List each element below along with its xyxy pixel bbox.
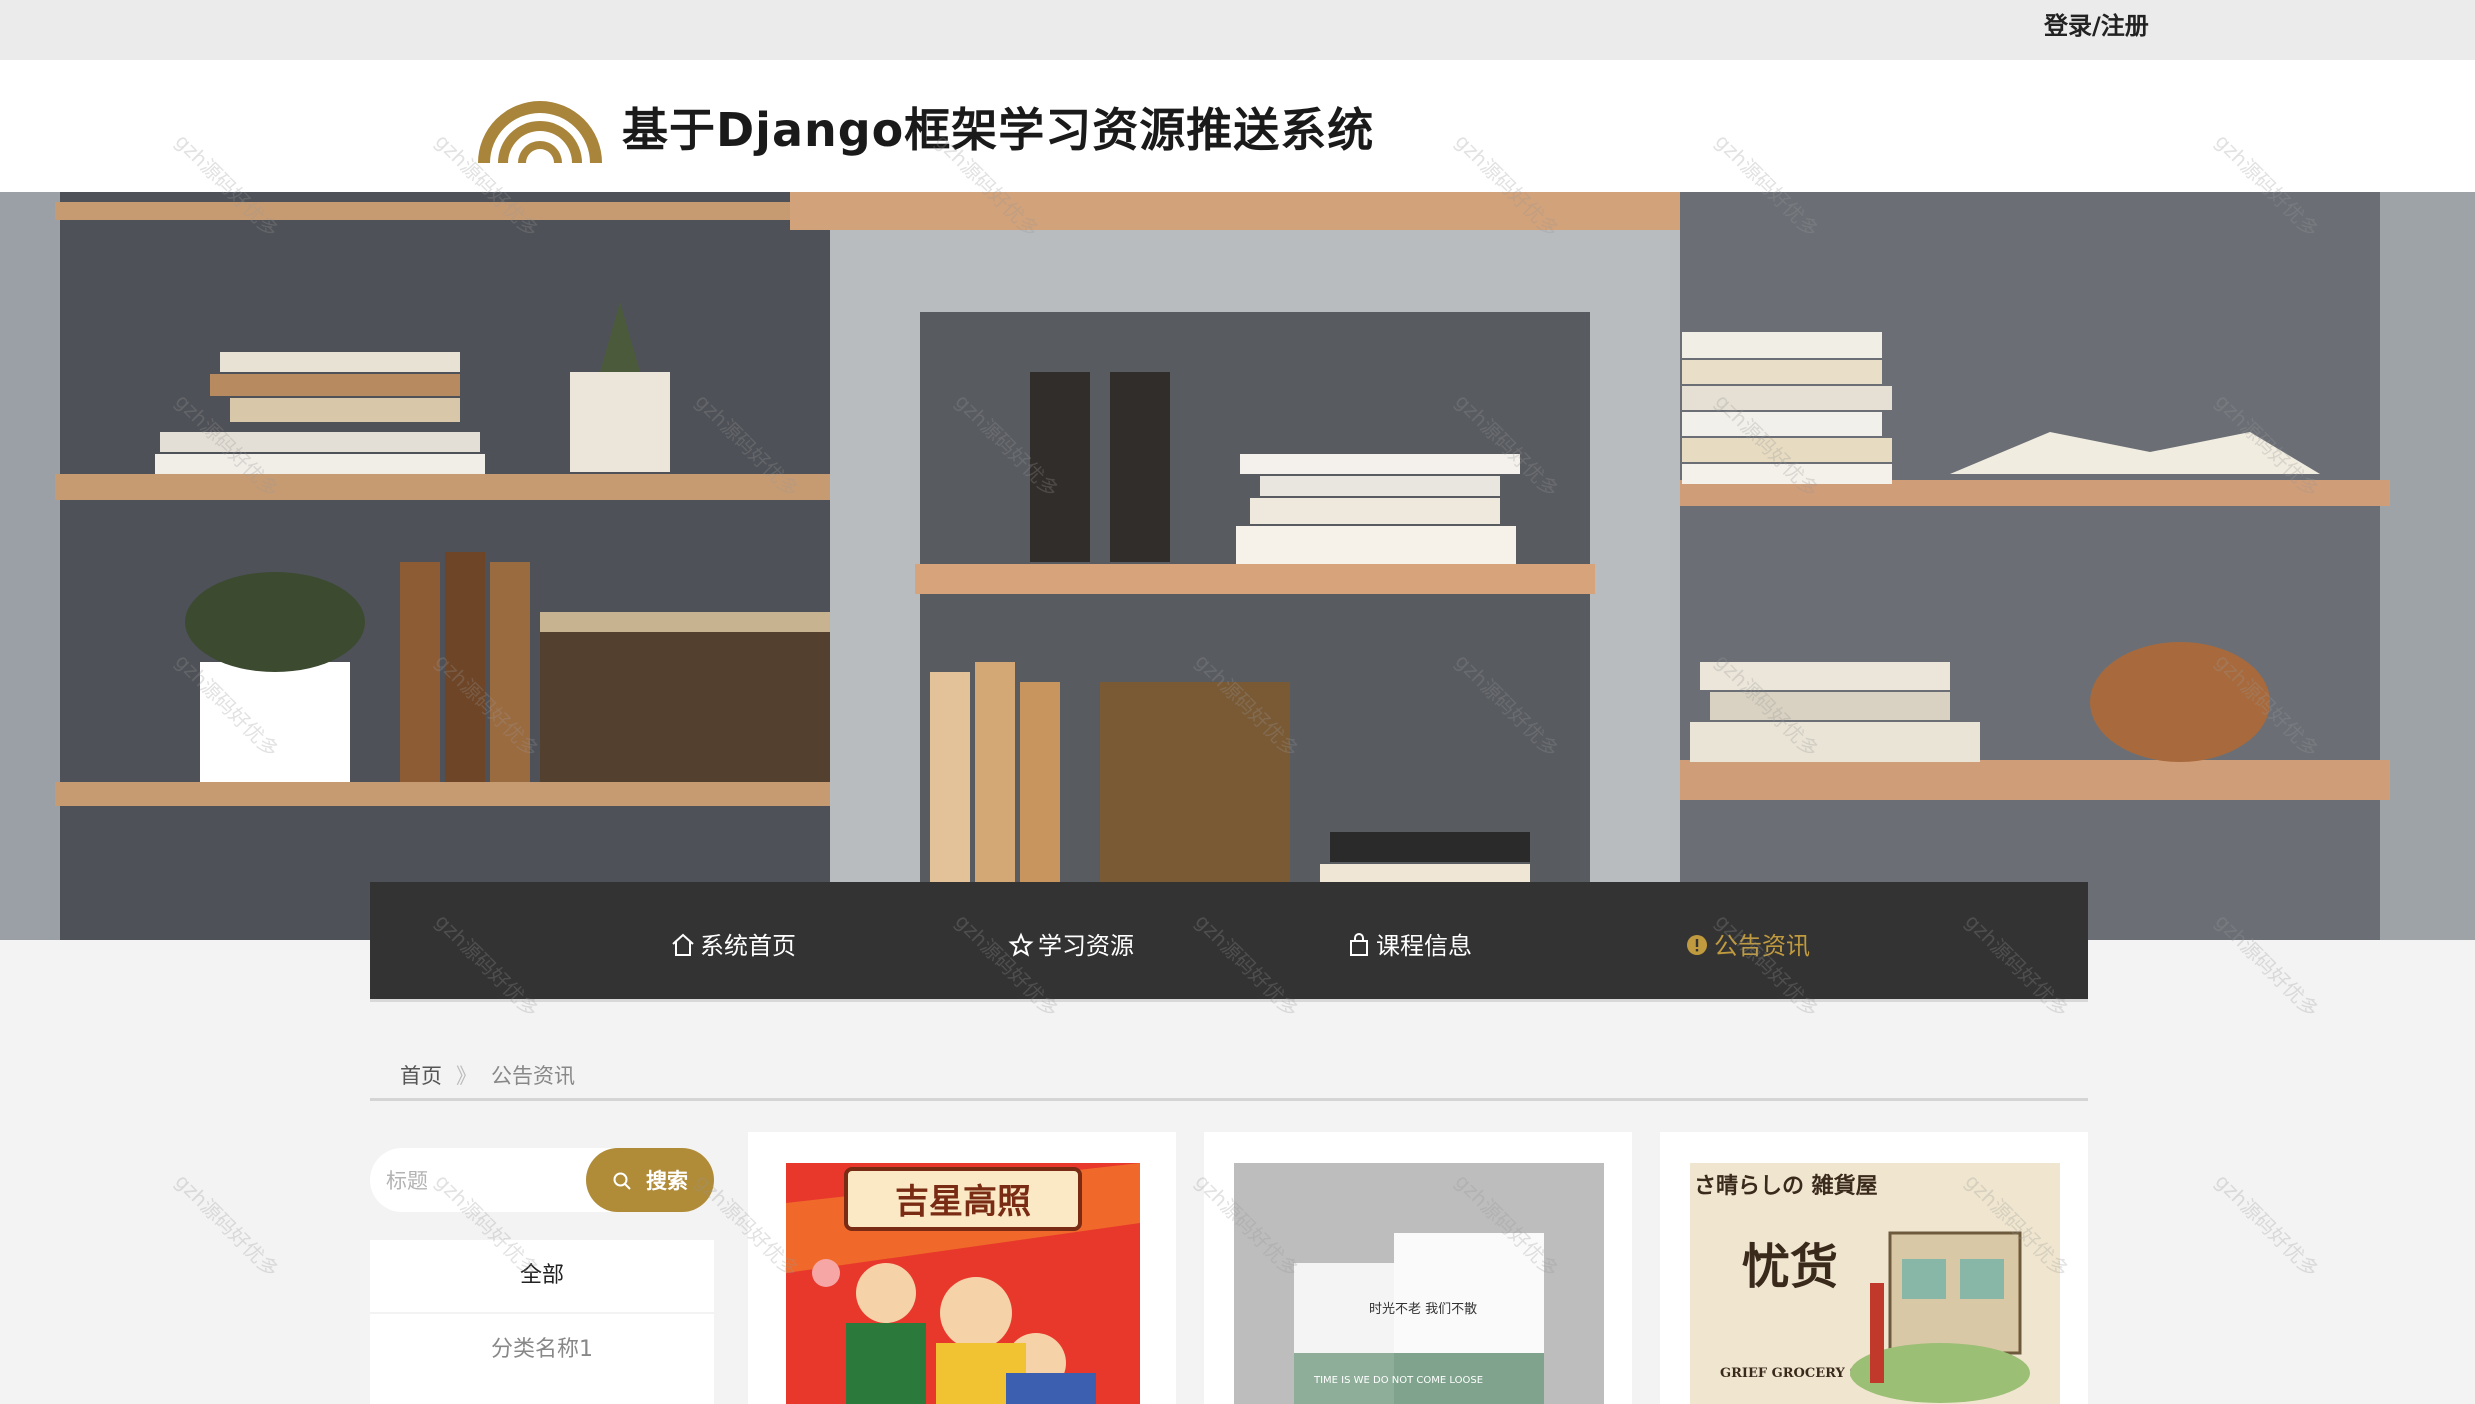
breadcrumb-current: 公告资讯	[491, 1064, 575, 1088]
card-image-subtitle: TIME IS WE DO NOT COME LOOSE	[1313, 1375, 1483, 1386]
news-card[interactable]: 吉星高照	[748, 1132, 1176, 1404]
news-card[interactable]: 时光不老 我们不散 TIME IS WE DO NOT COME LOOSE	[1204, 1132, 1632, 1404]
login-register-link[interactable]: 登录/注册	[2044, 6, 2149, 41]
nav-item-home[interactable]: 系统首页	[670, 926, 796, 961]
breadcrumb-separator: 》	[456, 1064, 477, 1088]
breadcrumb: 首页》公告资讯	[400, 1060, 575, 1090]
nav-item-announcements[interactable]: 公告资讯	[1684, 926, 1810, 961]
watermark-text: gzh源码好优多	[170, 1169, 284, 1283]
main-nav: 系统首页 学习资源 课程信息 公告资讯	[370, 882, 2088, 1002]
news-card-image: 吉星高照	[786, 1163, 1140, 1404]
star-icon	[1008, 932, 1034, 957]
breadcrumb-home-link[interactable]: 首页	[400, 1064, 442, 1088]
news-card-image: さ晴らしの 雑貨屋 忧货 GRIEF GROCERY STORE	[1690, 1163, 2060, 1404]
bag-icon	[1350, 933, 1368, 956]
card-image-title: 忧货	[1742, 1239, 1838, 1295]
watermark-text: gzh源码好优多	[2210, 1169, 2324, 1283]
hero-banner-image	[0, 192, 2475, 940]
search-icon	[613, 1172, 631, 1190]
nav-item-courses[interactable]: 课程信息	[1346, 926, 1472, 961]
top-bar: 登录/注册	[0, 0, 2475, 60]
search-button[interactable]: 搜索	[586, 1148, 714, 1212]
nav-divider	[370, 999, 2088, 1002]
news-card[interactable]: さ晴らしの 雑貨屋 忧货 GRIEF GROCERY STORE	[1660, 1132, 2088, 1404]
site-header: 基于Django框架学习资源推送系统	[0, 60, 2475, 192]
nav-label: 公告资讯	[1714, 932, 1810, 960]
card-image-title: 吉星高照	[895, 1182, 1031, 1222]
logo-icon	[478, 101, 602, 163]
news-card-image: 时光不老 我们不散 TIME IS WE DO NOT COME LOOSE	[1234, 1163, 1604, 1404]
nav-item-resources[interactable]: 学习资源	[1008, 926, 1134, 961]
bookshelf-illustration	[0, 192, 2475, 940]
info-icon	[1687, 935, 1707, 955]
breadcrumb-divider	[370, 1098, 2088, 1101]
category-all[interactable]: 全部	[370, 1240, 714, 1312]
nav-label: 系统首页	[700, 932, 796, 960]
card-image-title-jp: さ晴らしの 雑貨屋	[1694, 1173, 1878, 1199]
home-icon	[672, 933, 694, 956]
site-title: 基于Django框架学习资源推送系统	[622, 103, 1375, 157]
nav-label: 课程信息	[1376, 932, 1472, 960]
card-image-title: 时光不老 我们不散	[1369, 1302, 1477, 1317]
search-box: 搜索	[370, 1148, 714, 1212]
search-input[interactable]	[384, 1158, 578, 1204]
nav-label: 学习资源	[1038, 932, 1134, 960]
category-item[interactable]: 分类名称1	[370, 1314, 714, 1404]
search-button-label: 搜索	[646, 1169, 688, 1193]
